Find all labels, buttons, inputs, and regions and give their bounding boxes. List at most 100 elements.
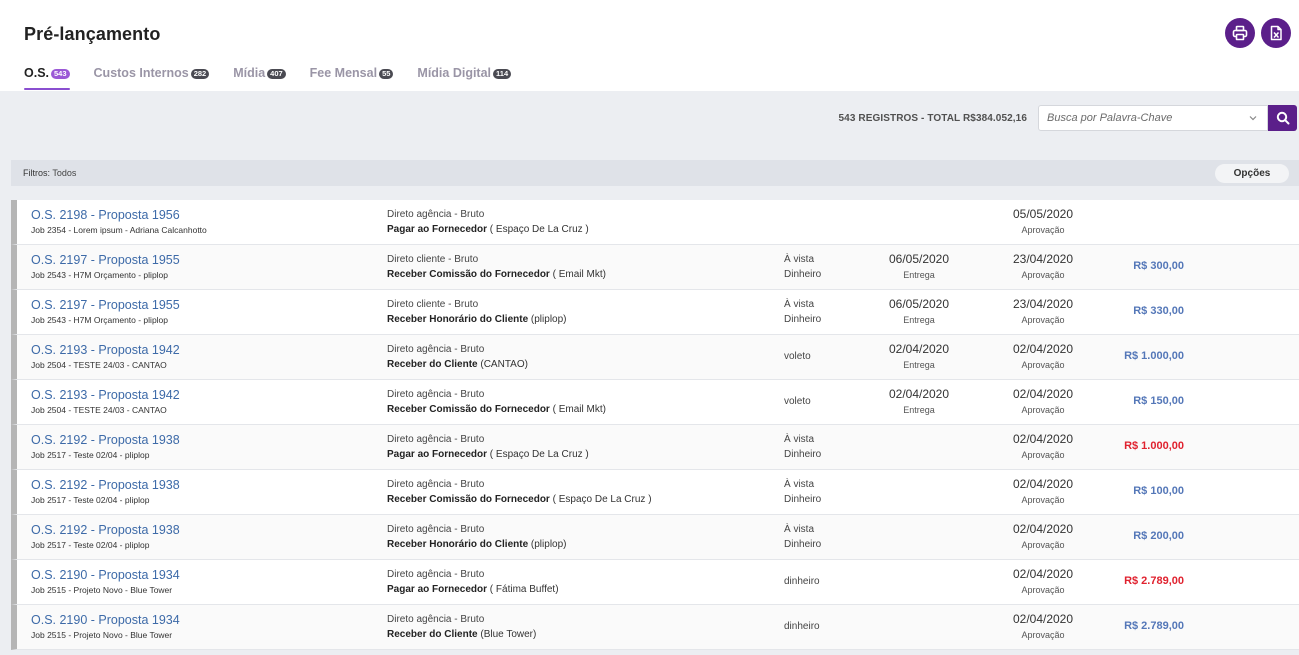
excel-export-icon xyxy=(1270,25,1282,41)
search-box[interactable] xyxy=(1038,105,1268,131)
print-button[interactable] xyxy=(1225,18,1255,48)
job-description: Job 2504 - TESTE 24/03 - CANTAO xyxy=(31,360,167,370)
approval-date-label: Aprovação xyxy=(1021,225,1065,235)
row-value: R$ 2.789,00 xyxy=(1124,575,1184,587)
approval-date: 23/04/2020 xyxy=(1012,297,1074,311)
billing-action-name: Receber Honorário do Cliente xyxy=(387,539,529,550)
chevron-down-icon[interactable] xyxy=(1249,114,1257,122)
payment-method: Dinheiro xyxy=(784,539,822,550)
payment-terms: À vista xyxy=(784,299,815,310)
magnifier-icon xyxy=(1276,111,1289,125)
approval-date: 23/04/2020 xyxy=(1012,252,1074,266)
billing-action: Receber Honorário do Cliente (pliplop) xyxy=(387,314,567,325)
delivery-date: 02/04/2020 xyxy=(888,342,950,356)
table-row[interactable]: O.S. 2193 - Proposta 1942 Job 2504 - TES… xyxy=(11,335,1299,380)
tab-custos-internos[interactable]: Custos Internos 282 xyxy=(94,66,210,90)
table-row[interactable]: O.S. 2190 - Proposta 1934 Job 2515 - Pro… xyxy=(11,605,1299,650)
payment-method: Dinheiro xyxy=(784,494,822,505)
billing-type: Direto agência - Bruto xyxy=(387,389,485,400)
payment-method: voleto xyxy=(784,351,811,362)
payment-method: voleto xyxy=(784,396,811,407)
tab-label: Mídia xyxy=(233,66,266,80)
table-row[interactable]: O.S. 2192 - Proposta 1938 Job 2517 - Tes… xyxy=(11,515,1299,560)
os-title-link[interactable]: O.S. 2193 - Proposta 1942 xyxy=(31,388,180,402)
approval-date: 02/04/2020 xyxy=(1012,477,1074,491)
os-title-link[interactable]: O.S. 2192 - Proposta 1938 xyxy=(31,433,180,447)
row-value: R$ 330,00 xyxy=(1133,305,1184,317)
table-row[interactable]: O.S. 2197 - Proposta 1955 Job 2543 - H7M… xyxy=(11,245,1299,290)
job-description: Job 2504 - TESTE 24/03 - CANTAO xyxy=(31,405,167,415)
filters-label-text: Filtros: xyxy=(23,168,50,178)
tab-midia-digital[interactable]: Mídia Digital 114 xyxy=(417,66,512,90)
table-row[interactable]: O.S. 2192 - Proposta 1938 Job 2517 - Tes… xyxy=(11,470,1299,515)
approval-date-label: Aprovação xyxy=(1021,585,1065,595)
filters-value: Todos xyxy=(52,168,77,178)
billing-action: Receber Comissão do Fornecedor ( Email M… xyxy=(387,404,606,415)
payment-method: dinheiro xyxy=(784,576,820,587)
row-value: R$ 1.000,00 xyxy=(1124,350,1184,362)
os-title-link[interactable]: O.S. 2192 - Proposta 1938 xyxy=(31,523,180,537)
options-button[interactable]: Opções xyxy=(1215,164,1289,183)
tab-bar: O.S. 543 Custos Internos 282 Mídia 407 F… xyxy=(24,66,535,91)
table-row[interactable]: O.S. 2197 - Proposta 1955 Job 2543 - H7M… xyxy=(11,290,1299,335)
billing-action-party: ( Fátima Buffet) xyxy=(487,584,559,595)
tab-count-badge: 543 xyxy=(51,69,70,79)
tab-midia[interactable]: Mídia 407 xyxy=(233,66,286,90)
filters-label: Filtros: Todos xyxy=(23,168,76,178)
job-description: Job 2517 - Teste 02/04 - pliplop xyxy=(31,450,150,460)
billing-action: Receber Honorário do Cliente (pliplop) xyxy=(387,539,567,550)
billing-action-party: ( Espaço De La Cruz ) xyxy=(487,224,589,235)
search-button[interactable] xyxy=(1268,105,1297,131)
os-title-link[interactable]: O.S. 2190 - Proposta 1934 xyxy=(31,613,180,627)
records-total: 543 REGISTROS - TOTAL R$384.052,16 xyxy=(838,113,1027,124)
billing-action-party: ( Espaço De La Cruz ) xyxy=(549,494,652,505)
tab-os[interactable]: O.S. 543 xyxy=(24,66,70,90)
approval-date-label: Aprovação xyxy=(1021,450,1065,460)
table-row[interactable]: O.S. 2193 - Proposta 1942 Job 2504 - TES… xyxy=(11,380,1299,425)
billing-action-name: Pagar ao Fornecedor xyxy=(387,584,488,595)
os-title-link[interactable]: O.S. 2190 - Proposta 1934 xyxy=(31,568,180,582)
os-title-link[interactable]: O.S. 2197 - Proposta 1955 xyxy=(31,298,180,312)
billing-action-name: Receber do Cliente xyxy=(387,629,478,640)
excel-export-button[interactable] xyxy=(1261,18,1291,48)
row-value: R$ 300,00 xyxy=(1133,260,1184,272)
billing-type: Direto agência - Bruto xyxy=(387,524,485,535)
approval-date-label: Aprovação xyxy=(1021,270,1065,280)
page-header: Pré-lançamento O.S. 543 Custos Internos … xyxy=(0,0,1299,91)
os-title-link[interactable]: O.S. 2192 - Proposta 1938 xyxy=(31,478,180,492)
billing-action-party: ( Email Mkt) xyxy=(549,404,606,415)
billing-action-party: (CANTAO) xyxy=(477,359,528,370)
delivery-date: 02/04/2020 xyxy=(888,387,950,401)
delivery-date-label: Entrega xyxy=(903,360,935,370)
approval-date-label: Aprovação xyxy=(1021,360,1065,370)
billing-action-name: Pagar ao Fornecedor xyxy=(387,449,488,460)
table-row[interactable]: O.S. 2198 - Proposta 1956 Job 2354 - Lor… xyxy=(11,200,1299,245)
table-row[interactable]: O.S. 2192 - Proposta 1938 Job 2517 - Tes… xyxy=(11,425,1299,470)
payment-method: Dinheiro xyxy=(784,449,822,460)
table-row[interactable]: O.S. 2190 - Proposta 1934 Job 2515 - Pro… xyxy=(11,560,1299,605)
billing-action-name: Receber do Cliente xyxy=(387,359,478,370)
tab-fee-mensal[interactable]: Fee Mensal 55 xyxy=(310,66,394,90)
job-description: Job 2515 - Projeto Novo - Blue Tower xyxy=(31,630,173,640)
approval-date: 02/04/2020 xyxy=(1012,387,1074,401)
os-title-link[interactable]: O.S. 2193 - Proposta 1942 xyxy=(31,343,180,357)
delivery-date: 06/05/2020 xyxy=(888,297,950,311)
os-title-link[interactable]: O.S. 2198 - Proposta 1956 xyxy=(31,208,180,222)
delivery-date: 06/05/2020 xyxy=(888,252,950,266)
payment-terms: À vista xyxy=(784,254,815,265)
billing-action-name: Receber Comissão do Fornecedor xyxy=(387,494,550,505)
job-description: Job 2515 - Projeto Novo - Blue Tower xyxy=(31,585,173,595)
os-title-link[interactable]: O.S. 2197 - Proposta 1955 xyxy=(31,253,180,267)
filters-bar: Filtros: Todos Opções xyxy=(11,160,1299,186)
job-description: Job 2517 - Teste 02/04 - pliplop xyxy=(31,540,150,550)
payment-terms: À vista xyxy=(784,479,815,490)
billing-action-name: Receber Comissão do Fornecedor xyxy=(387,269,550,280)
row-value: R$ 150,00 xyxy=(1133,395,1184,407)
billing-type: Direto cliente - Bruto xyxy=(387,299,479,310)
search-input[interactable] xyxy=(1039,112,1239,124)
billing-action-party: (pliplop) xyxy=(528,539,567,550)
billing-action-name: Receber Comissão do Fornecedor xyxy=(387,404,550,415)
billing-action-party: ( Espaço De La Cruz ) xyxy=(487,449,589,460)
tab-count-badge: 282 xyxy=(190,69,210,79)
approval-date: 02/04/2020 xyxy=(1012,432,1074,446)
